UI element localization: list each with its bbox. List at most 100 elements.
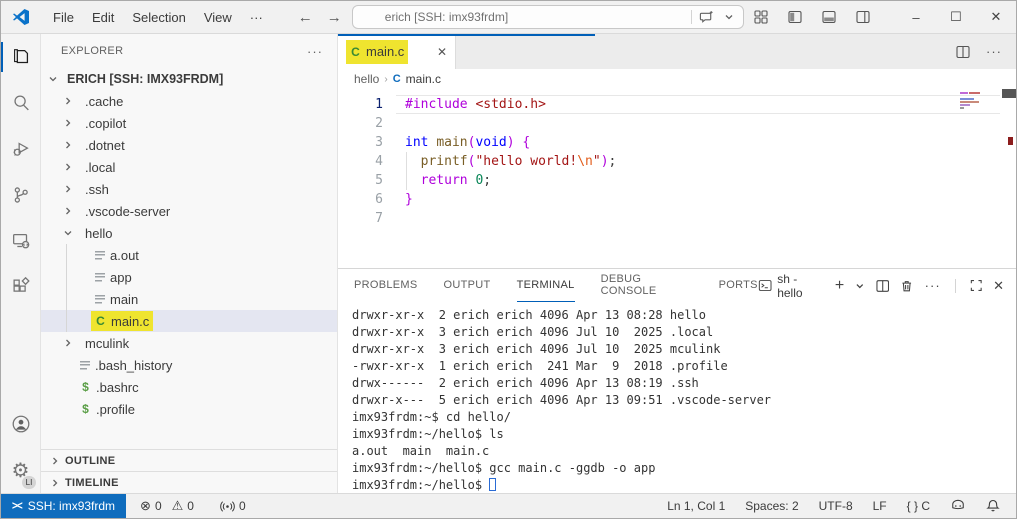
breadcrumb-folder[interactable]: hello	[354, 72, 379, 86]
command-center[interactable]: erich [SSH: imx93frdm]	[352, 5, 744, 29]
tree-item-app[interactable]: app	[41, 266, 337, 288]
remote-indicator[interactable]: >< SSH: imx93frdm	[1, 494, 126, 518]
kill-terminal-icon[interactable]	[900, 279, 913, 293]
cursor-position[interactable]: Ln 1, Col 1	[661, 499, 731, 513]
tree-item-main-c[interactable]: Cmain.c	[41, 310, 337, 332]
terminal-line: drwxr-x--- 5 erich erich 4096 Apr 13 09:…	[352, 392, 1016, 409]
copilot-chat-icon[interactable]	[699, 10, 714, 25]
tree-item-a-out[interactable]: a.out	[41, 244, 337, 266]
editor-more-actions[interactable]: ···	[986, 44, 1002, 59]
panel-tab-problems[interactable]: PROBLEMS	[354, 269, 418, 302]
activitybar-search[interactable]	[1, 80, 40, 126]
file-icon	[95, 251, 105, 260]
chevron-down-icon[interactable]	[724, 12, 734, 22]
panel-tab-terminal[interactable]: TERMINAL	[517, 269, 575, 302]
nav-back-icon[interactable]: ←	[298, 9, 313, 26]
language-mode[interactable]: { } C	[901, 499, 936, 513]
chevron-right-icon	[47, 456, 63, 466]
breadcrumb-file[interactable]: main.c	[406, 72, 441, 86]
tree-item-hello[interactable]: hello	[41, 222, 337, 244]
menu-overflow[interactable]: ···	[241, 6, 272, 29]
tab-main-c[interactable]: C main.c ✕	[338, 34, 456, 69]
code-line: 1#include <stdio.h>	[338, 95, 1016, 114]
tree-item-copilot[interactable]: .copilot	[41, 112, 337, 134]
chevron-down-icon[interactable]	[855, 281, 865, 291]
tree-item-mculink[interactable]: mculink	[41, 332, 337, 354]
menu-edit[interactable]: Edit	[83, 6, 123, 29]
maximize-panel-icon[interactable]	[970, 279, 982, 292]
panel-more-actions[interactable]: ···	[925, 278, 941, 293]
tree-chevron	[60, 338, 76, 348]
customize-layout-icon[interactable]	[754, 10, 768, 24]
editor-scrollbar[interactable]	[1002, 89, 1016, 98]
activitybar-settings[interactable]: ⚙ LI	[1, 447, 40, 493]
tree-item-erich-ssh-imx93frdm[interactable]: ERICH [SSH: IMX93FRDM]	[41, 68, 337, 90]
tree-item-cache[interactable]: .cache	[41, 90, 337, 112]
activitybar-remote-explorer[interactable]	[1, 218, 40, 264]
tree-item-bash-history[interactable]: .bash_history	[41, 354, 337, 376]
tree-item-label: hello	[85, 226, 112, 241]
line-number[interactable]: 7	[338, 209, 383, 228]
code-text: }	[405, 190, 413, 209]
sidebar-title: EXPLORER	[61, 45, 123, 57]
line-number[interactable]: 4	[338, 152, 383, 171]
ports-status[interactable]: 0	[214, 499, 252, 513]
toggle-primary-sidebar-icon[interactable]	[788, 10, 802, 24]
explorer-more-actions[interactable]: ···	[307, 44, 323, 59]
code-text: return 0;	[405, 171, 491, 190]
minimize-button[interactable]: –	[896, 1, 936, 34]
copilot-status[interactable]	[944, 499, 972, 513]
split-editor-icon[interactable]	[956, 45, 970, 59]
activitybar-extensions[interactable]	[1, 264, 40, 310]
encoding[interactable]: UTF-8	[813, 499, 859, 513]
new-terminal-button[interactable]: +	[835, 277, 844, 295]
code-editor[interactable]: 1#include <stdio.h>23int main(void) {4 p…	[338, 89, 1016, 268]
activitybar-accounts[interactable]	[1, 401, 40, 447]
menu-selection[interactable]: Selection	[123, 6, 194, 29]
tree-item-local[interactable]: .local	[41, 156, 337, 178]
tree-item-bashrc[interactable]: $.bashrc	[41, 376, 337, 398]
vscode-logo-icon	[12, 8, 30, 26]
activitybar-run-debug[interactable]	[1, 126, 40, 172]
minimap[interactable]	[960, 92, 1000, 110]
terminal-output[interactable]: drwxr-xr-x 2 erich erich 4096 Apr 13 08:…	[338, 302, 1016, 493]
panel-tabs: PROBLEMS OUTPUT TERMINAL DEBUG CONSOLE PORTS	[354, 269, 758, 302]
maximize-button[interactable]: ☐	[936, 1, 976, 34]
tree-item-dotnet[interactable]: .dotnet	[41, 134, 337, 156]
problems-status[interactable]: ⊗ 0 ⚠ 0	[134, 498, 200, 514]
toggle-secondary-sidebar-icon[interactable]	[856, 10, 870, 24]
menu-file[interactable]: File	[44, 6, 83, 29]
divider	[691, 10, 692, 24]
code-line: 7	[338, 209, 1016, 228]
indentation[interactable]: Spaces: 2	[739, 499, 804, 513]
toggle-panel-icon[interactable]	[822, 10, 836, 24]
tree-item-ssh[interactable]: .ssh	[41, 178, 337, 200]
notifications[interactable]	[980, 499, 1006, 513]
panel-tab-output[interactable]: OUTPUT	[444, 269, 491, 302]
tree-item-vscode-server[interactable]: .vscode-server	[41, 200, 337, 222]
panel-tab-debug-console[interactable]: DEBUG CONSOLE	[601, 269, 693, 302]
panel-tab-ports[interactable]: PORTS	[719, 269, 758, 302]
line-number[interactable]: 3	[338, 133, 383, 152]
tree-item-main[interactable]: main	[41, 288, 337, 310]
menu-view[interactable]: View	[195, 6, 241, 29]
close-panel-icon[interactable]: ✕	[993, 278, 1004, 294]
activitybar-source-control[interactable]	[1, 172, 40, 218]
timeline-section[interactable]: TIMELINE	[41, 471, 337, 493]
nav-forward-icon[interactable]: →	[327, 9, 342, 26]
line-number[interactable]: 1	[338, 95, 383, 114]
code-line: 2	[338, 114, 1016, 133]
line-number[interactable]: 5	[338, 171, 383, 190]
close-button[interactable]: ✕	[976, 1, 1016, 34]
line-number[interactable]: 2	[338, 114, 383, 133]
outline-section[interactable]: OUTLINE	[41, 449, 337, 471]
tab-close-icon[interactable]: ✕	[437, 45, 447, 59]
terminal-instance[interactable]: sh - hello	[758, 272, 824, 300]
tree-item-profile[interactable]: $.profile	[41, 398, 337, 420]
terminal-line: drwxr-xr-x 2 erich erich 4096 Apr 13 08:…	[352, 307, 1016, 324]
line-number[interactable]: 6	[338, 190, 383, 209]
split-terminal-icon[interactable]	[876, 279, 889, 293]
activitybar-explorer[interactable]	[1, 34, 40, 80]
tree-item-content: mculink	[76, 333, 133, 353]
eol-sequence[interactable]: LF	[867, 499, 893, 513]
